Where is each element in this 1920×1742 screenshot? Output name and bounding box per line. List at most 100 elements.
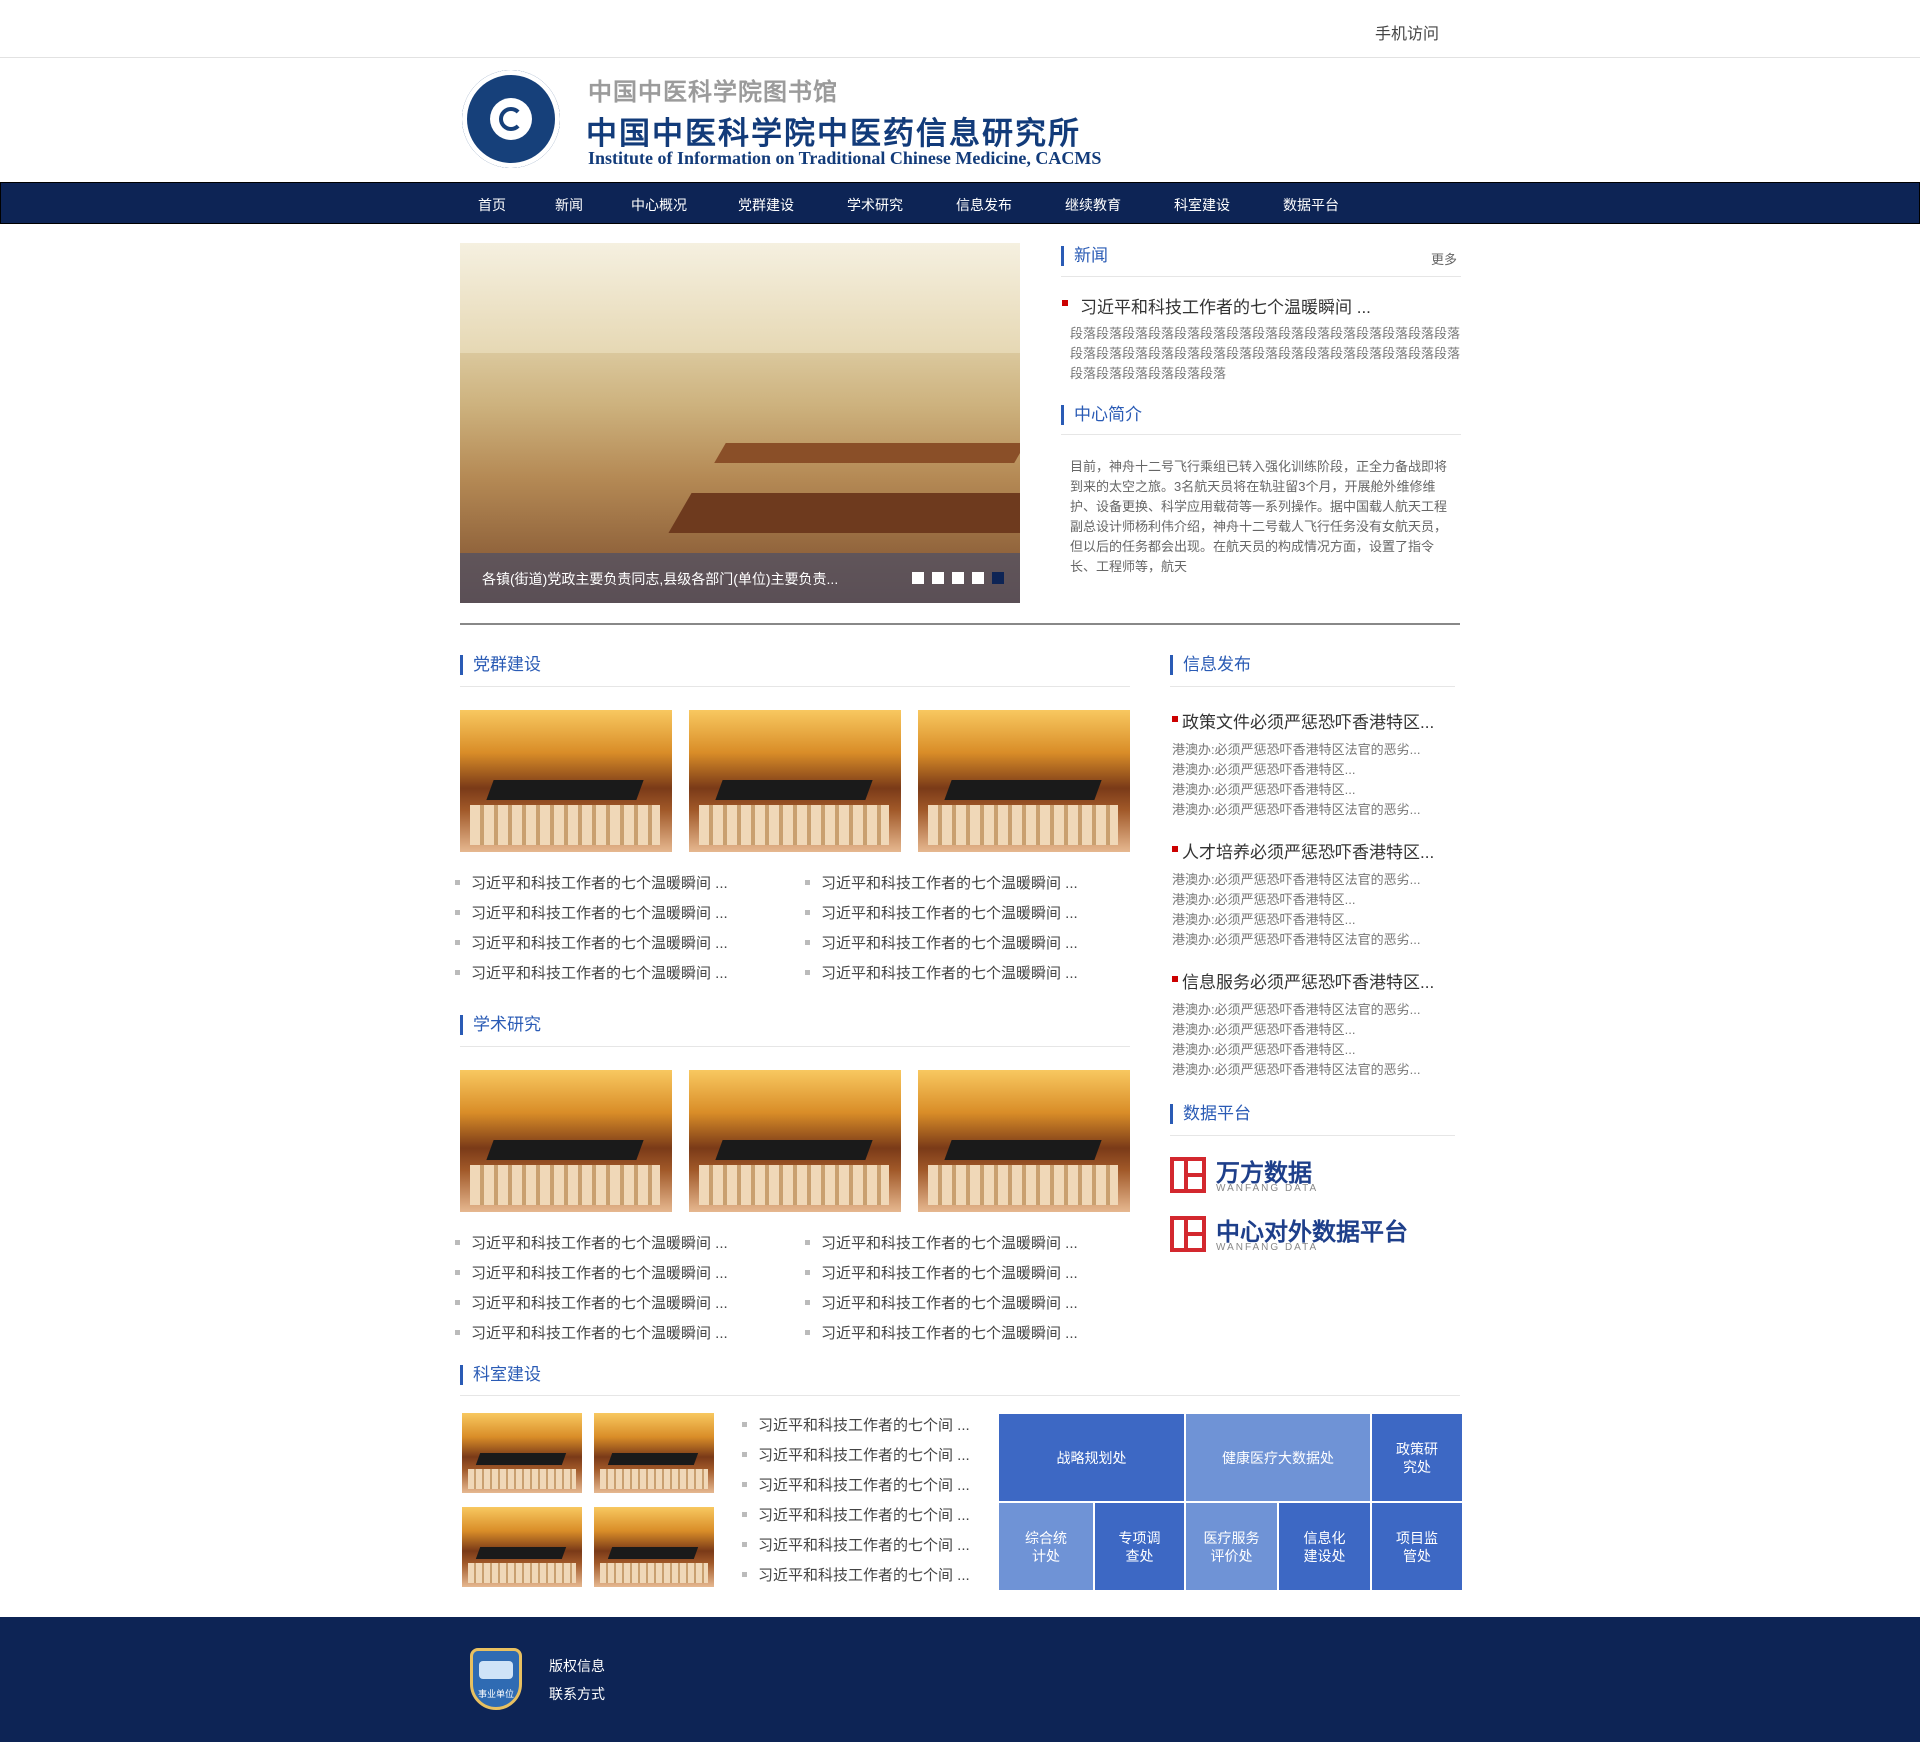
library-name: 中国中医科学院图书馆 bbox=[588, 79, 838, 106]
list-item[interactable]: 习近平和科技工作者的七个温暖瞬间 ... bbox=[455, 902, 728, 923]
party-photo[interactable] bbox=[918, 710, 1130, 852]
nav-item-info[interactable]: 信息发布 bbox=[956, 195, 1012, 215]
info-line[interactable]: 港澳办:必须严惩恐吓香港特区... bbox=[1172, 760, 1355, 780]
list-item[interactable]: 习近平和科技工作者的七个温暖瞬间 ... bbox=[805, 932, 1078, 953]
list-item[interactable]: 习近平和科技工作者的七个温暖瞬间 ... bbox=[805, 1322, 1078, 1343]
nav-item-academic[interactable]: 学术研究 bbox=[847, 195, 903, 215]
list-item[interactable]: 习近平和科技工作者的七个温暖瞬间 ... bbox=[455, 932, 728, 953]
dept-photo[interactable] bbox=[594, 1507, 714, 1587]
tile-informatization[interactable]: 信息化建设处 bbox=[1279, 1503, 1370, 1590]
nav-item-education[interactable]: 继续教育 bbox=[1065, 195, 1121, 215]
slider-dot[interactable] bbox=[932, 572, 944, 584]
contact-link[interactable]: 联系方式 bbox=[549, 1684, 605, 1704]
divider bbox=[460, 1046, 1130, 1047]
info-headline[interactable]: 信息服务必须严惩恐吓香港特区... bbox=[1172, 968, 1434, 993]
divider bbox=[1061, 434, 1461, 435]
list-item[interactable]: 习近平和科技工作者的七个间 ... bbox=[742, 1474, 970, 1495]
slider-dot[interactable] bbox=[912, 572, 924, 584]
academic-photo[interactable] bbox=[460, 1070, 672, 1212]
info-line[interactable]: 港澳办:必须严惩恐吓香港特区... bbox=[1172, 1040, 1355, 1060]
list-item[interactable]: 习近平和科技工作者的七个温暖瞬间 ... bbox=[805, 1262, 1078, 1283]
tile-strategy[interactable]: 战略规划处 bbox=[999, 1414, 1184, 1501]
academic-photo[interactable] bbox=[918, 1070, 1130, 1212]
intro-text: 目前，神舟十二号飞行乘组已转入强化训练阶段，正全力备战即将到来的太空之旅。3名航… bbox=[1070, 459, 1448, 574]
list-item[interactable]: 习近平和科技工作者的七个间 ... bbox=[742, 1564, 970, 1585]
nav-item-party[interactable]: 党群建设 bbox=[738, 195, 794, 215]
intro-section-title: 中心简介 bbox=[1061, 405, 1142, 425]
divider bbox=[1170, 686, 1455, 687]
dept-photo[interactable] bbox=[462, 1413, 582, 1493]
list-item[interactable]: 习近平和科技工作者的七个间 ... bbox=[742, 1414, 970, 1435]
list-item[interactable]: 习近平和科技工作者的七个温暖瞬间 ... bbox=[455, 962, 728, 983]
info-headline[interactable]: 人才培养必须严惩恐吓香港特区... bbox=[1172, 838, 1434, 863]
dept-section-title: 科室建设 bbox=[460, 1365, 541, 1385]
institute-logo[interactable] bbox=[462, 70, 560, 168]
nav-item-news[interactable]: 新闻 bbox=[555, 195, 583, 215]
section-divider bbox=[460, 623, 1460, 625]
tile-survey[interactable]: 专项调查处 bbox=[1095, 1503, 1184, 1590]
nav-item-dept[interactable]: 科室建设 bbox=[1174, 195, 1230, 215]
party-photo[interactable] bbox=[460, 710, 672, 852]
list-item[interactable]: 习近平和科技工作者的七个温暖瞬间 ... bbox=[805, 962, 1078, 983]
info-line[interactable]: 港澳办:必须严惩恐吓香港特区... bbox=[1172, 1020, 1355, 1040]
party-photo[interactable] bbox=[689, 710, 901, 852]
info-line[interactable]: 港澳办:必须严惩恐吓香港特区法官的恶劣... bbox=[1172, 800, 1420, 820]
list-item[interactable]: 习近平和科技工作者的七个温暖瞬间 ... bbox=[455, 872, 728, 893]
tile-statistics[interactable]: 综合统计处 bbox=[999, 1503, 1093, 1590]
list-item[interactable]: 习近平和科技工作者的七个温暖瞬间 ... bbox=[805, 902, 1078, 923]
academic-photo[interactable] bbox=[689, 1070, 901, 1212]
list-item[interactable]: 习近平和科技工作者的七个温暖瞬间 ... bbox=[805, 1292, 1078, 1313]
tile-health-bigdata[interactable]: 健康医疗大数据处 bbox=[1186, 1414, 1370, 1501]
info-headline[interactable]: 政策文件必须严惩恐吓香港特区... bbox=[1172, 708, 1434, 733]
list-item[interactable]: 习近平和科技工作者的七个间 ... bbox=[742, 1534, 970, 1555]
info-line[interactable]: 港澳办:必须严惩恐吓香港特区... bbox=[1172, 910, 1355, 930]
divider bbox=[460, 1395, 1460, 1396]
info-line[interactable]: 港澳办:必须严惩恐吓香港特区法官的恶劣... bbox=[1172, 870, 1420, 890]
list-item[interactable]: 习近平和科技工作者的七个温暖瞬间 ... bbox=[805, 872, 1078, 893]
slider-photo bbox=[460, 243, 1020, 603]
dept-photo[interactable] bbox=[594, 1413, 714, 1493]
bullet-icon bbox=[1062, 300, 1068, 306]
top-bar: 手机访问 bbox=[0, 0, 1920, 58]
slider-caption[interactable]: 各镇(街道)党政主要负责同志,县级各部门(单位)主要负责... bbox=[482, 569, 838, 589]
divider bbox=[1170, 1135, 1455, 1136]
data-platform-title: 数据平台 bbox=[1170, 1104, 1251, 1124]
news-headline[interactable]: 习近平和科技工作者的七个温暖瞬间 ... bbox=[1080, 293, 1371, 318]
list-item[interactable]: 习近平和科技工作者的七个温暖瞬间 ... bbox=[455, 1262, 728, 1283]
tile-service-eval[interactable]: 医疗服务评价处 bbox=[1186, 1503, 1277, 1590]
tile-policy[interactable]: 政策研究处 bbox=[1372, 1414, 1462, 1501]
tile-project-supervision[interactable]: 项目监管处 bbox=[1372, 1503, 1462, 1590]
divider bbox=[460, 686, 1130, 687]
list-item[interactable]: 习近平和科技工作者的七个温暖瞬间 ... bbox=[455, 1292, 728, 1313]
public-institution-badge-icon[interactable]: 事业单位 bbox=[470, 1648, 522, 1710]
dept-photo[interactable] bbox=[462, 1507, 582, 1587]
info-section-title: 信息发布 bbox=[1170, 655, 1251, 675]
copyright-link[interactable]: 版权信息 bbox=[549, 1656, 605, 1676]
info-line[interactable]: 港澳办:必须严惩恐吓香港特区法官的恶劣... bbox=[1172, 740, 1420, 760]
wanfang-logo-icon bbox=[1170, 1157, 1206, 1193]
news-more-link[interactable]: 更多 bbox=[1431, 249, 1457, 268]
mobile-access-link[interactable]: 手机访问 bbox=[1375, 20, 1439, 44]
list-item[interactable]: 习近平和科技工作者的七个间 ... bbox=[742, 1444, 970, 1465]
nav-item-home[interactable]: 首页 bbox=[478, 195, 506, 215]
list-item[interactable]: 习近平和科技工作者的七个温暖瞬间 ... bbox=[455, 1232, 728, 1253]
list-item[interactable]: 习近平和科技工作者的七个间 ... bbox=[742, 1504, 970, 1525]
image-slider[interactable]: 各镇(街道)党政主要负责同志,县级各部门(单位)主要负责... bbox=[460, 243, 1020, 603]
info-line[interactable]: 港澳办:必须严惩恐吓香港特区... bbox=[1172, 890, 1355, 910]
nav-item-data[interactable]: 数据平台 bbox=[1283, 195, 1339, 215]
brand-sub: WANFANG DATA bbox=[1216, 1242, 1319, 1253]
slider-dot[interactable] bbox=[972, 572, 984, 584]
institute-name-en: Institute of Information on Traditional … bbox=[588, 148, 1102, 168]
info-line[interactable]: 港澳办:必须严惩恐吓香港特区法官的恶劣... bbox=[1172, 1000, 1420, 1020]
list-item[interactable]: 习近平和科技工作者的七个温暖瞬间 ... bbox=[805, 1232, 1078, 1253]
news-summary: 段落段落段落段落段落段落段落段落段落段落段落段落段落段落段落段落段落段落段落段落… bbox=[1070, 326, 1461, 381]
info-line[interactable]: 港澳办:必须严惩恐吓香港特区法官的恶劣... bbox=[1172, 930, 1420, 950]
nav-item-overview[interactable]: 中心概况 bbox=[631, 195, 687, 215]
academic-section-title: 学术研究 bbox=[460, 1015, 541, 1035]
slider-dot[interactable] bbox=[952, 572, 964, 584]
list-item[interactable]: 习近平和科技工作者的七个温暖瞬间 ... bbox=[455, 1322, 728, 1343]
slider-dot-active[interactable] bbox=[992, 572, 1004, 584]
info-line[interactable]: 港澳办:必须严惩恐吓香港特区法官的恶劣... bbox=[1172, 1060, 1420, 1080]
party-section-title: 党群建设 bbox=[460, 655, 541, 675]
info-line[interactable]: 港澳办:必须严惩恐吓香港特区... bbox=[1172, 780, 1355, 800]
